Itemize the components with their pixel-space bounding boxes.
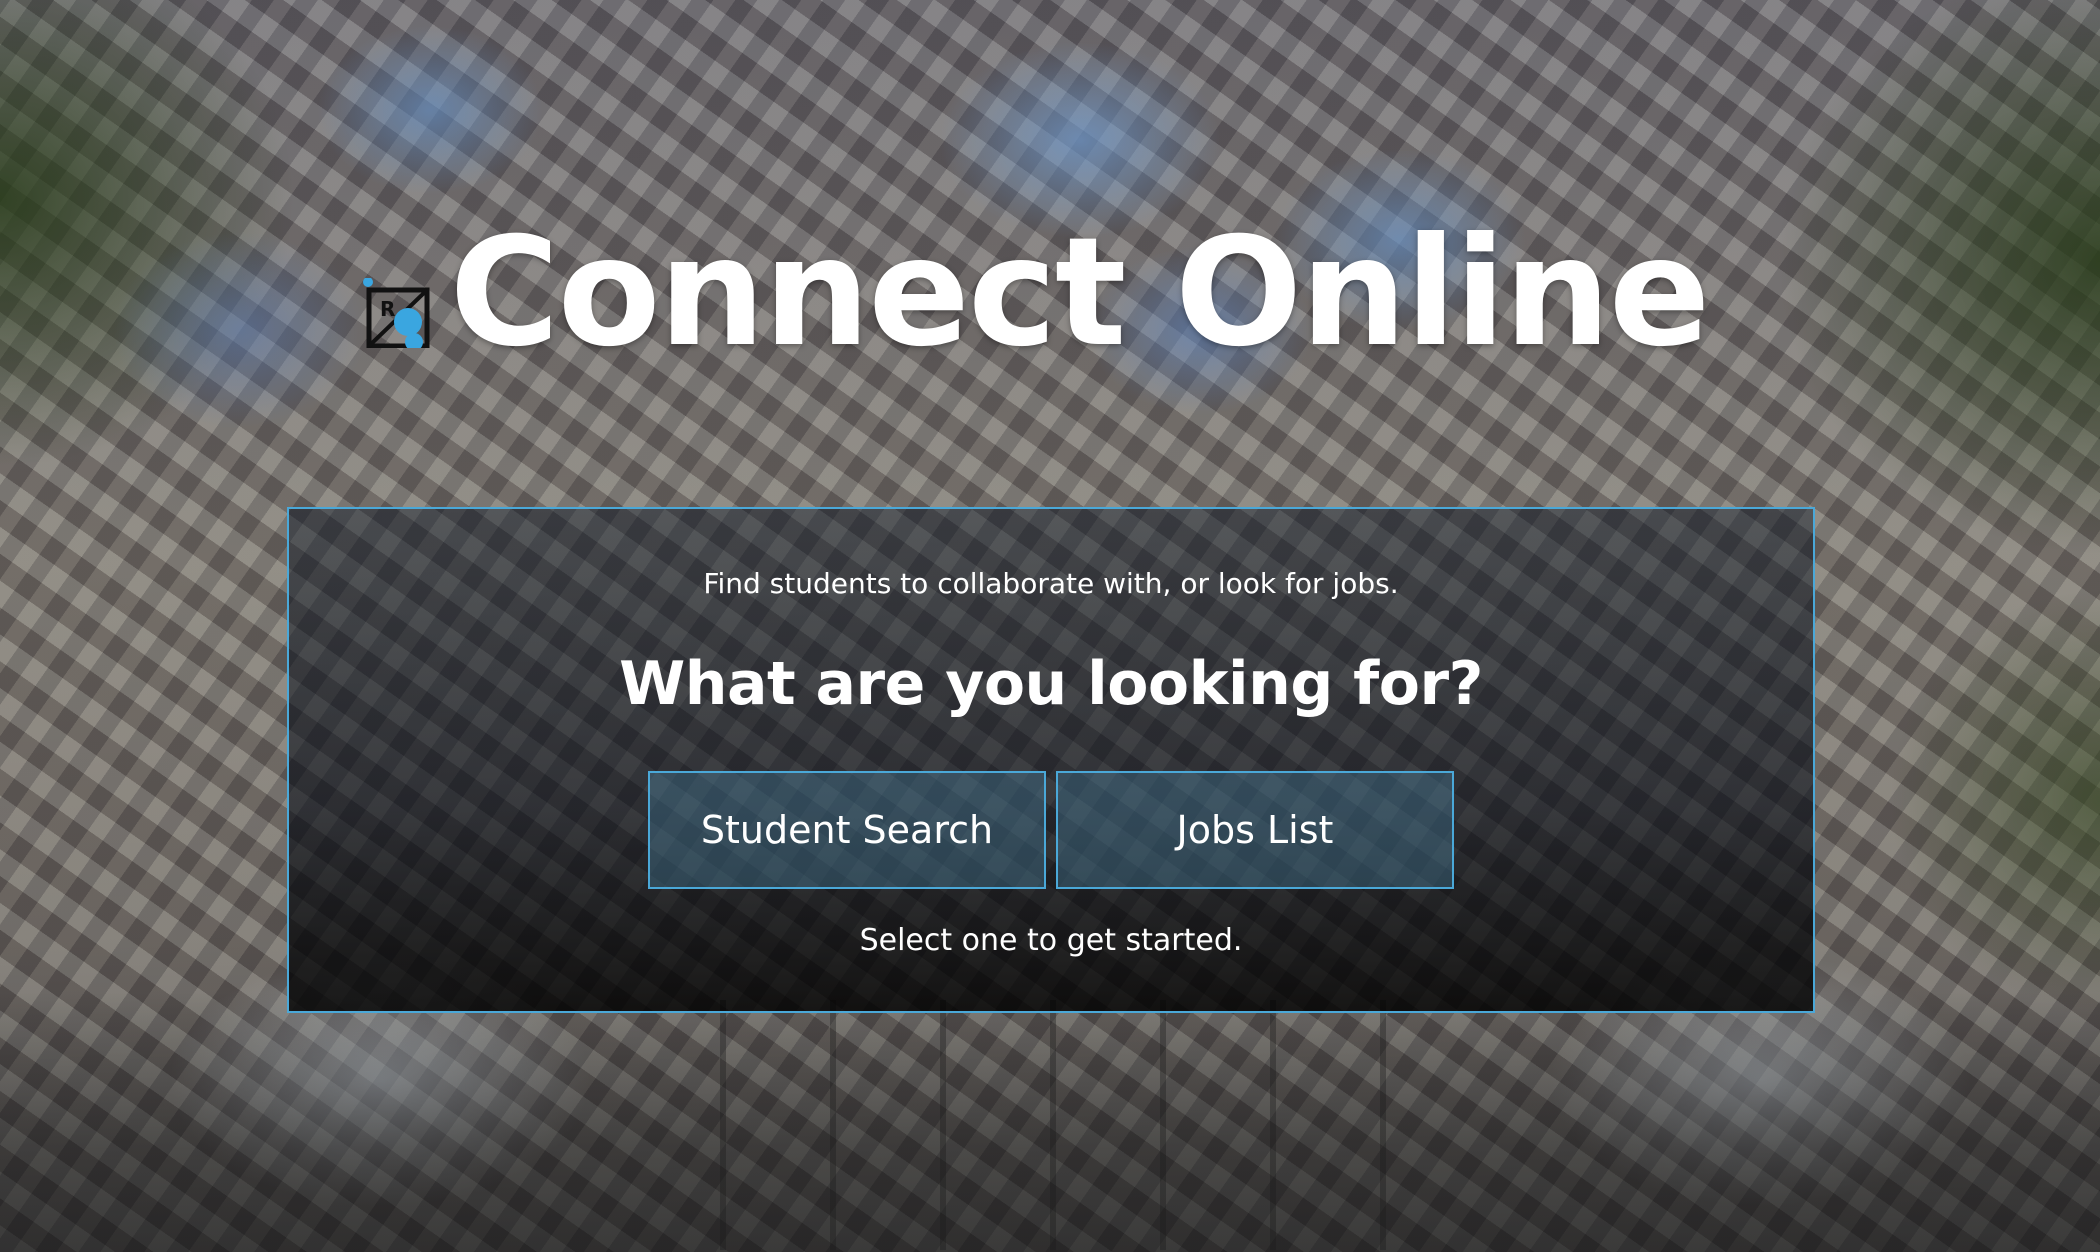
panel-footer: Select one to get started. bbox=[859, 923, 1243, 958]
logo-icon: R bbox=[362, 278, 432, 348]
panel-subtitle: Find students to collaborate with, or lo… bbox=[703, 567, 1399, 600]
background-doors bbox=[720, 1000, 1480, 1250]
jobs-list-button[interactable]: Jobs List bbox=[1056, 771, 1454, 889]
search-choice-panel: Find students to collaborate with, or lo… bbox=[287, 507, 1815, 1013]
action-buttons: Student Search Jobs List bbox=[289, 771, 1813, 889]
logo-letter: R bbox=[380, 297, 395, 321]
app-title: Connect Online bbox=[449, 206, 1711, 380]
page-header: R Connect Online bbox=[0, 218, 2100, 368]
panel-heading: What are you looking for? bbox=[619, 649, 1483, 719]
student-search-button[interactable]: Student Search bbox=[648, 771, 1046, 889]
